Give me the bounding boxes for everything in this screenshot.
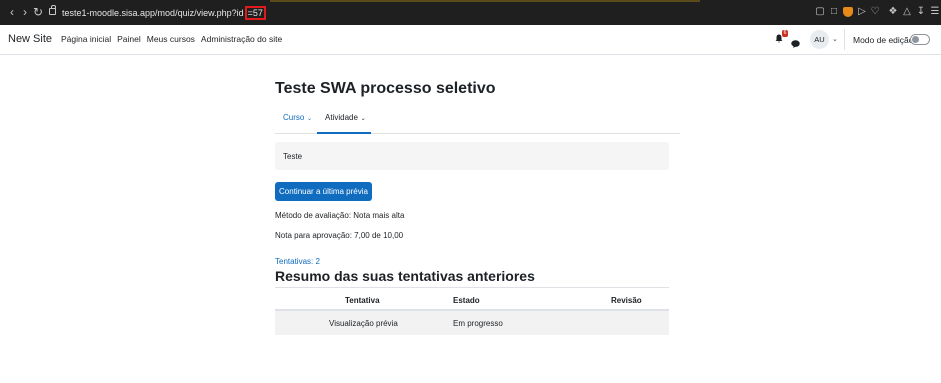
nav-item-home[interactable]: Página inicial [61,34,111,44]
heart-icon[interactable]: ♡ [870,7,880,17]
play-icon[interactable]: ▷ [857,7,867,17]
screenshot-icon[interactable]: □ [829,7,839,17]
site-navbar: New Site Página inicial Painel Meus curs… [0,25,941,55]
passing-grade: Nota para aprovação: 7,00 de 10,00 [275,231,404,240]
tab-course-label: Curso [283,113,305,122]
activity-description: Teste [275,142,669,170]
column-header-attempt: Tentativa [345,296,380,305]
tab-activity[interactable]: Atividade ⌄ [325,113,366,122]
messages-icon[interactable] [791,35,800,53]
browser-toolbar: ‹ › ↻ teste1-moodle.sisa.app/mod/quiz/vi… [0,0,941,25]
edit-mode-label: Modo de edição [853,35,914,45]
wallet-icon[interactable]: △ [902,7,912,17]
grading-method: Método de avaliação: Nota mais alta [275,211,405,220]
state-cell: Em progresso [453,319,503,328]
attempts-summary-heading: Resumo das suas tentativas anteriores [275,268,535,284]
active-tab-indicator [317,132,371,134]
activity-description-text: Teste [283,152,303,161]
nav-item-my-courses[interactable]: Meus cursos [147,34,195,44]
menu-icon[interactable]: ☰ [930,7,940,17]
nav-item-site-admin[interactable]: Administração do site [201,34,282,44]
url-text: teste1-moodle.sisa.app/mod/quiz/view.php… [62,8,244,18]
notification-count-badge: 6 [782,30,788,37]
tab-activity-label: Atividade [325,113,358,122]
url-highlight: =57 [244,6,266,20]
reload-icon[interactable]: ↻ [32,5,44,19]
nav-item-dashboard[interactable]: Painel [117,34,141,44]
extensions-icon[interactable]: ❖ [888,7,898,17]
attempts-table: Tentativa Estado Revisão Visualização pr… [275,287,669,335]
site-name[interactable]: New Site [8,33,52,45]
edit-mode-toggle[interactable] [910,34,930,45]
back-icon[interactable]: ‹ [6,5,18,19]
chevron-down-icon: ⌄ [358,116,366,122]
column-header-review: Revisão [611,296,642,305]
navbar-divider [844,29,845,50]
secondary-navigation: Curso ⌄ Atividade ⌄ [275,106,680,134]
chevron-down-icon[interactable]: ⌄ [832,35,838,43]
chevron-down-icon: ⌄ [305,116,313,122]
table-header-row: Tentativa Estado Revisão [275,287,669,311]
brave-shield-icon[interactable] [843,7,853,17]
attempt-cell: Visualização prévia [329,319,398,328]
page-title: Teste SWA processo seletivo [275,80,496,97]
tab-course[interactable]: Curso ⌄ [283,113,312,122]
forward-icon[interactable]: › [19,5,31,19]
tab-strip-edge [270,0,700,2]
continue-attempt-button[interactable]: Continuar a última prévia [275,182,372,201]
lock-icon[interactable] [49,5,56,15]
bookmark-icon[interactable]: ▢ [815,7,825,17]
column-header-state: Estado [453,296,480,305]
address-bar[interactable]: teste1-moodle.sisa.app/mod/quiz/view.php… [62,6,266,20]
download-icon[interactable]: ↧ [916,7,926,17]
table-row: Visualização prévia Em progresso [275,311,669,335]
user-avatar[interactable]: AU [810,30,829,49]
primary-navigation: Página inicial Painel Meus cursos Admini… [61,34,282,44]
attempts-link[interactable]: Tentativas: 2 [275,257,320,266]
